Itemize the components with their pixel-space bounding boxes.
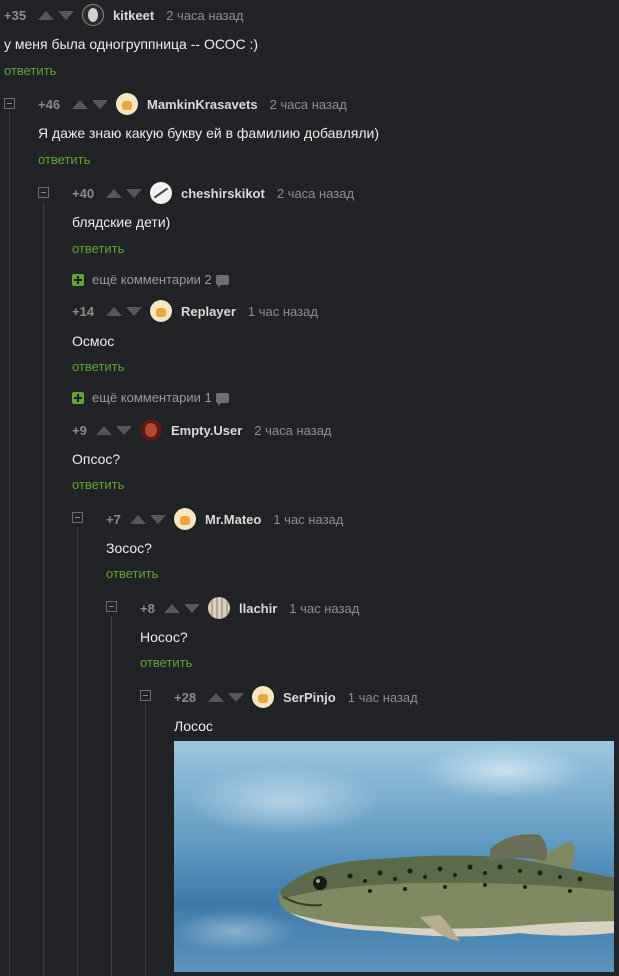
comment-time[interactable]: 1 час назад [248, 304, 318, 319]
thread-line [111, 616, 112, 976]
thread-line [9, 113, 10, 976]
comment-text: Лосос [174, 718, 213, 734]
thread-line [77, 527, 78, 976]
comment-score: +7 [106, 511, 121, 527]
comment-text: Я даже знаю какую букву ей в фамилию доб… [38, 125, 379, 141]
comment-text: Опсос? [72, 451, 121, 467]
avatar[interactable] [208, 597, 230, 619]
downvote-icon[interactable] [150, 514, 166, 524]
thread-line [145, 705, 146, 976]
comment-text: Зосос? [106, 540, 152, 556]
upvote-icon[interactable] [130, 514, 146, 524]
upvote-icon[interactable] [72, 99, 88, 109]
thread-line [43, 202, 44, 976]
comment-score: +40 [72, 185, 95, 201]
comment-author[interactable]: kitkeet [113, 8, 154, 23]
comment-text: блядские дети) [72, 214, 171, 230]
reply-link[interactable]: ответить [38, 152, 90, 167]
comment-time[interactable]: 2 часа назад [270, 97, 347, 112]
expand-plus-icon [72, 391, 84, 404]
expand-plus-icon [72, 273, 84, 286]
collapse-thread-icon[interactable] [38, 187, 49, 198]
avatar[interactable] [82, 4, 104, 26]
comment-author[interactable]: SerPinjo [283, 690, 336, 705]
comment-header: +14 Replayer 1 час назад [72, 297, 318, 325]
upvote-icon[interactable] [164, 603, 180, 613]
upvote-icon[interactable] [96, 425, 112, 435]
upvote-icon[interactable] [106, 306, 122, 316]
downvote-icon[interactable] [126, 306, 142, 316]
vote-controls [96, 425, 132, 435]
comment-header: +28 SerPinjo 1 час назад [174, 683, 418, 711]
comment-text: у меня была одногруппница -- ОСОС :) [4, 36, 259, 52]
vote-controls [38, 10, 74, 20]
reply-link[interactable]: ответить [72, 359, 124, 374]
comment-score: +14 [72, 303, 95, 319]
upvote-icon[interactable] [208, 692, 224, 702]
comment-score: +28 [174, 689, 197, 705]
comment-header: +40 cheshirskikot 2 часа назад [72, 179, 354, 207]
avatar[interactable] [174, 508, 196, 530]
collapse-thread-icon[interactable] [106, 601, 117, 612]
reply-link[interactable]: ответить [4, 63, 56, 78]
more-comments-label: ещё комментарии 2 [92, 272, 212, 287]
vote-controls [106, 188, 142, 198]
comment-time[interactable]: 1 час назад [273, 512, 343, 527]
downvote-icon[interactable] [116, 425, 132, 435]
vote-controls [130, 514, 166, 524]
comment-time[interactable]: 2 часа назад [277, 186, 354, 201]
comment-author[interactable]: Replayer [181, 304, 236, 319]
comment-time[interactable]: 1 час назад [289, 601, 359, 616]
comment-score: +8 [140, 600, 155, 616]
more-comments-button[interactable]: ещё комментарии 1 [72, 390, 229, 406]
vote-controls [106, 306, 142, 316]
avatar[interactable] [150, 182, 172, 204]
comment-score: +46 [38, 96, 61, 112]
comment-author[interactable]: MamkinKrasavets [147, 97, 258, 112]
comment-header: +9 Empty.User 2 часа назад [72, 416, 332, 444]
comment-header: +35 kitkeet 2 часа назад [4, 1, 243, 29]
avatar[interactable] [140, 419, 162, 441]
upvote-icon[interactable] [38, 10, 54, 20]
reply-link[interactable]: ответить [106, 566, 158, 581]
downvote-icon[interactable] [58, 10, 74, 20]
comment-time[interactable]: 2 часа назад [166, 8, 243, 23]
comment-header: +8 llachir 1 час назад [140, 594, 359, 622]
more-comments-label: ещё комментарии 1 [92, 390, 212, 405]
comment-time[interactable]: 1 час назад [348, 690, 418, 705]
downvote-icon[interactable] [92, 99, 108, 109]
comment-text: Носос? [140, 629, 188, 645]
avatar[interactable] [150, 300, 172, 322]
comment-author[interactable]: Empty.User [171, 423, 242, 438]
comment-time[interactable]: 2 часа назад [254, 423, 331, 438]
comment-score: +35 [4, 7, 27, 23]
vote-controls [164, 603, 200, 613]
downvote-icon[interactable] [126, 188, 142, 198]
comment-header: +7 Mr.Mateo 1 час назад [106, 505, 343, 533]
vote-controls [72, 99, 108, 109]
comment-text: Осмос [72, 333, 115, 349]
vote-controls [208, 692, 244, 702]
downvote-icon[interactable] [228, 692, 244, 702]
comment-score: +9 [72, 422, 87, 438]
collapse-thread-icon[interactable] [140, 690, 151, 701]
collapse-thread-icon[interactable] [72, 512, 83, 523]
comment-bubble-icon [215, 274, 229, 288]
comment-author[interactable]: cheshirskikot [181, 186, 265, 201]
reply-link[interactable]: ответить [72, 241, 124, 256]
comment-author[interactable]: llachir [239, 601, 277, 616]
upvote-icon[interactable] [106, 188, 122, 198]
comment-header: +46 MamkinKrasavets 2 часа назад [38, 90, 347, 118]
reply-link[interactable]: ответить [72, 477, 124, 492]
salmon-photo[interactable] [174, 741, 614, 972]
salmon-fish-illustration [278, 834, 614, 941]
comment-author[interactable]: Mr.Mateo [205, 512, 261, 527]
collapse-thread-icon[interactable] [4, 98, 15, 109]
downvote-icon[interactable] [184, 603, 200, 613]
comment-bubble-icon [215, 392, 229, 406]
reply-link[interactable]: ответить [140, 655, 192, 670]
avatar[interactable] [252, 686, 274, 708]
more-comments-button[interactable]: ещё комментарии 2 [72, 272, 229, 288]
avatar[interactable] [116, 93, 138, 115]
